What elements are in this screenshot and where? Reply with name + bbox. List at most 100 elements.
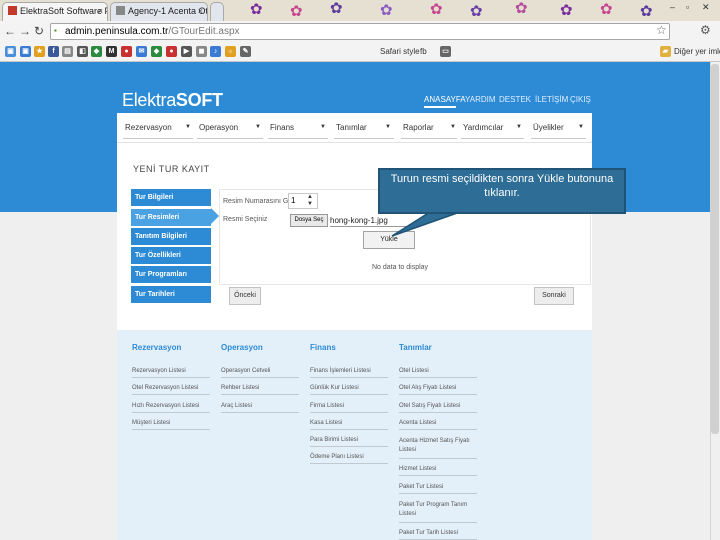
menu-reports[interactable]: Raporlar	[403, 123, 434, 132]
close-tab-icon[interactable]: ×	[198, 3, 203, 20]
menu-reservation[interactable]: Rezervasyon	[125, 123, 172, 132]
site-logo[interactable]: ElektraSOFT	[122, 90, 223, 111]
new-tab-button[interactable]	[210, 2, 224, 21]
sidenav-tour-dates[interactable]: Tur Tarihleri	[131, 286, 211, 303]
butterfly-icon: ✿	[290, 3, 303, 20]
bookmark-icon[interactable]: ☼	[225, 46, 236, 57]
active-arrow	[211, 208, 219, 224]
butterfly-icon: ✿	[470, 3, 483, 20]
footer-link[interactable]: Hızlı Rezervasyon Listesi	[132, 403, 210, 413]
tab-agency[interactable]: Agency-1 Acenta Otomasy ×	[110, 2, 208, 21]
back-icon[interactable]: ←	[4, 24, 16, 38]
bookmark-icon[interactable]: ▭	[440, 46, 451, 57]
footer-link[interactable]: Rezervasyon Listesi	[132, 368, 210, 378]
butterfly-icon: ✿	[330, 0, 343, 17]
nav-home[interactable]: ANASAYFA	[424, 95, 466, 104]
bookmark-icon[interactable]: ◆	[151, 46, 162, 57]
close-tab-icon[interactable]: ×	[98, 3, 103, 20]
choose-file-button[interactable]: Dosya Seç	[290, 214, 328, 227]
footer-link[interactable]: Hizmet Listesi	[399, 466, 477, 476]
footer-heading-finance[interactable]: Finans	[310, 343, 336, 352]
bookmark-icon[interactable]: ◼	[196, 46, 207, 57]
bookmark-star-icon[interactable]: ☆	[656, 23, 667, 37]
image-select-label: Resmi Seçiniz	[223, 216, 268, 223]
close-window-icon[interactable]: ✕	[702, 2, 710, 13]
upload-button[interactable]: Yükle	[363, 231, 415, 249]
footer-link[interactable]: Acenta Hizmet Satış Fiyatı Listesi	[399, 437, 477, 459]
footer-link[interactable]: Müşteri Listesi	[132, 420, 210, 430]
spin-down-icon[interactable]: ▼	[307, 201, 313, 207]
bookmark-icon[interactable]: ✎	[240, 46, 251, 57]
footer-link[interactable]: Acenta Listesi	[399, 420, 477, 430]
previous-button[interactable]: Önceki	[229, 287, 261, 305]
bookmark-icon[interactable]: ◧	[77, 46, 88, 57]
footer-link[interactable]: Araç Listesi	[221, 403, 299, 413]
minimize-icon[interactable]: –	[670, 2, 675, 12]
footer-heading-operation[interactable]: Operasyon	[221, 343, 263, 352]
footer-link[interactable]: Kasa Listesi	[310, 420, 388, 430]
butterfly-icon: ✿	[380, 2, 393, 19]
footer-link[interactable]: Paket Tur Listesi	[399, 484, 477, 494]
bookmark-icon[interactable]: M	[106, 46, 117, 57]
footer-heading-definitions[interactable]: Tanımlar	[399, 343, 432, 352]
footer-link[interactable]: Otel Rezervasyon Listesi	[132, 385, 210, 395]
menu-definitions[interactable]: Tanımlar	[336, 123, 367, 132]
reload-icon[interactable]: ↻	[34, 24, 44, 38]
forward-icon[interactable]: →	[19, 24, 31, 38]
chevron-down-icon: ▼	[450, 124, 456, 130]
sidenav-tour-info[interactable]: Tur Bilgileri	[131, 189, 211, 206]
spin-up-icon[interactable]: ▲	[307, 194, 313, 200]
bookmark-icon[interactable]: ✉	[136, 46, 147, 57]
sidenav-promo-info[interactable]: Tanıtım Bilgileri	[131, 228, 211, 245]
bookmark-icon[interactable]: ★	[34, 46, 45, 57]
footer-link[interactable]: Ödeme Planı Listesi	[310, 454, 388, 464]
chevron-down-icon: ▼	[385, 124, 391, 130]
bookmark-safari-style[interactable]: Safari style	[380, 47, 420, 56]
footer-link[interactable]: Günlük Kur Listesi	[310, 385, 388, 395]
nav-contact[interactable]: İLETİŞİM	[535, 95, 568, 104]
sidenav-tour-features[interactable]: Tur Özellikleri	[131, 247, 211, 264]
footer-link[interactable]: Operasyon Cetveli	[221, 368, 299, 378]
footer-link[interactable]: Otel Listesi	[399, 368, 477, 378]
page-info-icon[interactable]: ▪	[54, 26, 62, 36]
footer-heading-reservation[interactable]: Rezervasyon	[132, 343, 181, 352]
scrollbar-thumb[interactable]	[711, 64, 719, 434]
other-bookmarks[interactable]: Diğer yer imleri	[674, 47, 720, 56]
footer-link[interactable]: Firma Listesi	[310, 403, 388, 413]
bookmark-fb[interactable]: fb	[420, 47, 427, 56]
footer-link[interactable]: Otel Alış Fiyatı Listesi	[399, 385, 477, 395]
wrench-icon[interactable]: ⚙	[700, 23, 711, 37]
nav-help[interactable]: YARDIM	[465, 95, 496, 104]
page-favicon-icon	[116, 6, 125, 15]
sidenav-tour-programs[interactable]: Tur Programları	[131, 266, 211, 283]
bookmark-icon[interactable]: ▶	[181, 46, 192, 57]
menu-memberships[interactable]: Üyelikler	[533, 123, 564, 132]
nav-support[interactable]: DESTEK	[499, 95, 531, 104]
image-number-input[interactable]: 1	[288, 193, 318, 209]
nav-logout[interactable]: ÇIKIŞ	[570, 95, 591, 104]
menu-operation[interactable]: Operasyon	[199, 123, 238, 132]
facebook-icon[interactable]: f	[48, 46, 59, 57]
address-bar[interactable]: admin.peninsula.com.tr/GTourEdit.aspx	[50, 23, 670, 40]
menu-tools[interactable]: Yardımcılar	[463, 123, 503, 132]
bookmark-icon[interactable]: ●	[166, 46, 177, 57]
tab-elektrasoft[interactable]: ElektraSoft Software Porta ×	[2, 2, 108, 21]
footer-link[interactable]: Para Birimi Listesi	[310, 437, 388, 447]
footer-link[interactable]: Rehber Listesi	[221, 385, 299, 395]
footer-link[interactable]: Paket Tur Tarih Listesi	[399, 530, 477, 540]
footer-link[interactable]: Otel Satış Fiyatı Listesi	[399, 403, 477, 413]
footer-link[interactable]: Finans İşlemleri Listesi	[310, 368, 388, 378]
menu-finance[interactable]: Finans	[270, 123, 294, 132]
maximize-icon[interactable]: ▫	[686, 2, 689, 12]
bookmark-icon[interactable]: ▤	[62, 46, 73, 57]
footer-link[interactable]: Paket Tur Program Tanım Listesi	[399, 501, 477, 523]
bookmark-icon[interactable]: ◆	[91, 46, 102, 57]
bookmark-icon[interactable]: ▣	[20, 46, 31, 57]
bookmark-icon[interactable]: ●	[121, 46, 132, 57]
chevron-down-icon: ▼	[320, 124, 326, 130]
sidenav-tour-images[interactable]: Tur Resimleri	[131, 209, 211, 226]
next-button[interactable]: Sonraki	[534, 287, 574, 305]
bookmark-icon[interactable]: ▣	[5, 46, 16, 57]
browser-tab-strip: ✿ ✿ ✿ ✿ ✿ ✿ ✿ ✿ ✿ ✿ ElektraSoft Software…	[0, 0, 720, 21]
bookmark-icon[interactable]: ♪	[210, 46, 221, 57]
